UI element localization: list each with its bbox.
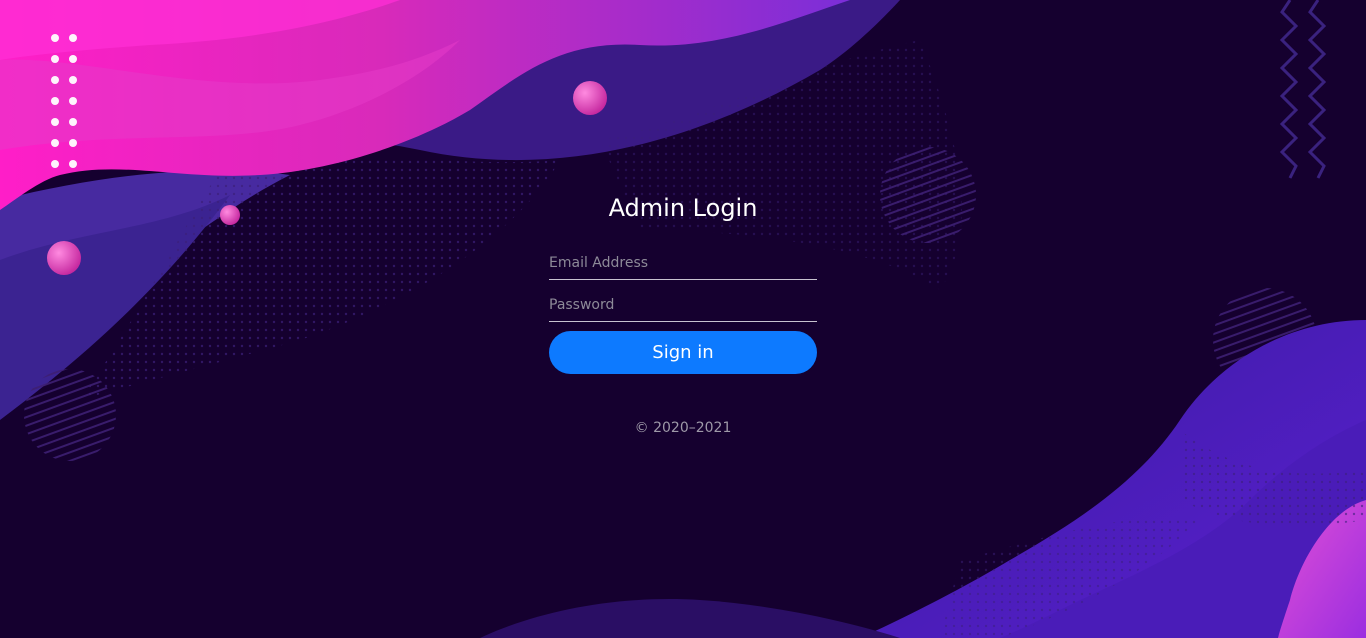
sign-in-button[interactable]: Sign in <box>549 331 817 374</box>
password-field[interactable] <box>549 289 817 322</box>
email-field[interactable] <box>549 247 817 280</box>
login-panel: Admin Login Sign in © 2020–2021 <box>549 190 817 438</box>
login-title: Admin Login <box>608 194 758 222</box>
copyright-text: © 2020–2021 <box>634 420 732 436</box>
